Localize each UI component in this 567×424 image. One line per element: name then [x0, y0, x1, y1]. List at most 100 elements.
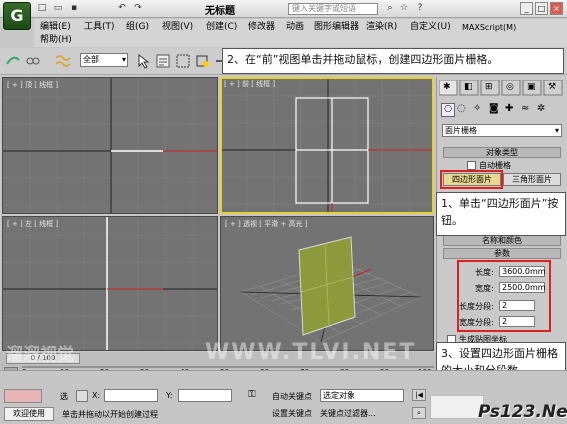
watermark-brand-cn: 溜溜视觉: [6, 345, 74, 365]
new-file-icon[interactable]: □: [36, 3, 48, 14]
menu-animation[interactable]: 动画: [286, 21, 304, 34]
systems-icon[interactable]: ✲: [537, 103, 545, 114]
object-category-dropdown[interactable]: 面片栅格 ▾: [442, 124, 562, 137]
playback-controls[interactable]: [430, 395, 484, 419]
quad-patch-front: [295, 97, 369, 204]
menu-customize[interactable]: 自定义(U): [410, 21, 451, 34]
chevron-down-icon: ▾: [121, 55, 126, 64]
key-icon[interactable]: ⚿: [248, 389, 264, 403]
nav-zoom-icon[interactable]: ⌕: [412, 407, 426, 419]
menu-tools[interactable]: 工具(T): [84, 21, 115, 34]
x-label: X:: [92, 391, 101, 400]
key-filters-button[interactable]: 关键点过滤器...: [320, 408, 376, 419]
viewport-label-top[interactable]: [ + ] 顶 [ 线框 ]: [7, 80, 58, 90]
save-icon[interactable]: ▪: [68, 3, 80, 14]
tri-patch-button[interactable]: 三角形面片: [503, 173, 561, 186]
modify-tab-icon[interactable]: ◧: [464, 82, 473, 92]
command-panel-tabs: [439, 80, 563, 96]
shapes-icon[interactable]: ◌: [457, 103, 466, 114]
menu-group[interactable]: 组(G): [126, 21, 149, 34]
top-grid: [3, 78, 217, 213]
viewport-label-perspective[interactable]: [ + ] 透视 [ 平滑 + 高光 ]: [225, 219, 307, 229]
helpers-icon[interactable]: ✚: [505, 103, 513, 114]
menu-graph-editors[interactable]: 图形编辑器: [314, 21, 359, 34]
menu-modifiers[interactable]: 修改器: [248, 21, 275, 34]
perspective-grid: [240, 236, 422, 343]
menu-create[interactable]: 创建(C): [206, 21, 237, 34]
selection-filter-dropdown[interactable]: 全部 ▾: [80, 53, 128, 67]
object-type-rollout-header[interactable]: 对象类型: [443, 147, 561, 158]
undo-link-icon[interactable]: [4, 52, 22, 70]
communication-icon[interactable]: ☆: [398, 3, 410, 14]
viewport-perspective[interactable]: [ + ] 透视 [ 平滑 + 高光 ]: [220, 216, 434, 351]
y-coordinate-field[interactable]: [178, 389, 232, 402]
search-input[interactable]: 键入关键字或短语: [288, 3, 378, 15]
menu-maxscript[interactable]: MAXScript(M): [462, 21, 516, 34]
set-key-button[interactable]: 设置关键点: [272, 408, 312, 419]
window-crossing-icon[interactable]: [194, 52, 212, 70]
display-tab-icon[interactable]: ▣: [527, 82, 536, 92]
viewport-label-front[interactable]: [ + ] 前 [ 线框 ]: [224, 79, 275, 89]
chevron-down-icon: ▾: [554, 126, 559, 135]
maximize-button[interactable]: □: [535, 2, 548, 15]
bind-spacewarp-icon[interactable]: [54, 52, 72, 70]
viewport-label-left[interactable]: [ + ] 左 [ 线框 ]: [7, 219, 58, 229]
redo-icon[interactable]: ↷: [132, 3, 144, 14]
goto-start-icon[interactable]: |◀: [412, 389, 426, 401]
callout-step2: 2、在“前”视图单击并拖动鼠标，创建四边形面片栅格。: [222, 48, 564, 74]
cameras-icon[interactable]: ◙: [489, 103, 499, 114]
app-logo-icon[interactable]: G: [3, 2, 31, 30]
help-icon[interactable]: ?: [414, 3, 426, 14]
watermark-site: WWW.TLVI.NET: [205, 340, 417, 365]
selection-set-dropdown[interactable]: 选定对象: [320, 389, 404, 402]
name-color-rollout-header[interactable]: 名称和颜色: [443, 235, 561, 246]
callout-step1: 1、单击“四边形面片”按钮。: [436, 192, 566, 236]
prompt-line: 单击并拖动以开始创建过程: [62, 410, 158, 419]
selection-set-value: 选定对象: [323, 391, 355, 400]
selection-label: 选: [60, 392, 68, 401]
utilities-tab-icon[interactable]: ⚒: [548, 82, 556, 92]
lock-selection-icon[interactable]: [76, 390, 88, 402]
rect-selection-icon[interactable]: [174, 52, 192, 70]
menu-edit[interactable]: 编辑(E): [40, 21, 71, 34]
geometry-icon[interactable]: ○: [441, 103, 455, 117]
object-type-title: 对象类型: [486, 148, 518, 157]
select-object-icon[interactable]: [134, 52, 152, 70]
auto-key-button[interactable]: 自动关键点: [272, 391, 312, 402]
search-icon[interactable]: ⌕: [384, 3, 396, 14]
open-file-icon[interactable]: ▭: [52, 3, 64, 14]
undo-icon[interactable]: ↶: [116, 3, 128, 14]
select-by-name-icon[interactable]: [154, 52, 172, 70]
lights-icon[interactable]: ✧: [473, 103, 481, 114]
menu-views[interactable]: 视图(V): [162, 21, 193, 34]
title-bar: G □ ▭ ▪ ↶ ↷ 无标题 键入关键字或短语 ⌕ ☆ ? _ □ ×: [0, 0, 567, 30]
name-color-title: 名称和颜色: [482, 236, 522, 245]
parameters-title: 参数: [494, 249, 510, 258]
maxscript-listener[interactable]: [4, 389, 42, 403]
close-button[interactable]: ×: [550, 2, 563, 15]
highlight-parameters: [457, 260, 551, 332]
motion-tab-icon[interactable]: ◎: [506, 82, 514, 92]
parameters-rollout-header[interactable]: 参数: [443, 248, 561, 259]
autogrid-checkbox[interactable]: [467, 161, 476, 170]
viewport-left[interactable]: [ + ] 左 [ 线框 ]: [2, 216, 218, 351]
left-grid: [3, 217, 217, 350]
create-tab-icon[interactable]: ✱: [443, 82, 451, 92]
object-category-value: 面片栅格: [445, 126, 477, 135]
menu-help[interactable]: 帮助(H): [40, 34, 72, 47]
menu-rendering[interactable]: 渲染(R): [366, 21, 397, 34]
y-label: Y:: [166, 391, 173, 400]
front-grid: [222, 79, 432, 212]
window-title: 无标题: [205, 6, 235, 17]
minimize-button[interactable]: _: [520, 2, 533, 15]
welcome-tab[interactable]: 欢迎使用: [4, 407, 54, 421]
viewport-top[interactable]: [ + ] 顶 [ 线框 ]: [2, 77, 218, 214]
unlink-icon[interactable]: [24, 52, 42, 70]
spacewarps-icon[interactable]: ≈: [521, 103, 529, 114]
viewport-front[interactable]: [ + ] 前 [ 线框 ]: [220, 77, 434, 214]
hierarchy-tab-icon[interactable]: ⊞: [485, 82, 493, 92]
tri-patch-label: 三角形面片: [512, 175, 552, 184]
watermark-brand: Ps123.Net: [478, 402, 567, 422]
x-coordinate-field[interactable]: [104, 389, 158, 402]
selection-filter-value: 全部: [83, 55, 99, 64]
